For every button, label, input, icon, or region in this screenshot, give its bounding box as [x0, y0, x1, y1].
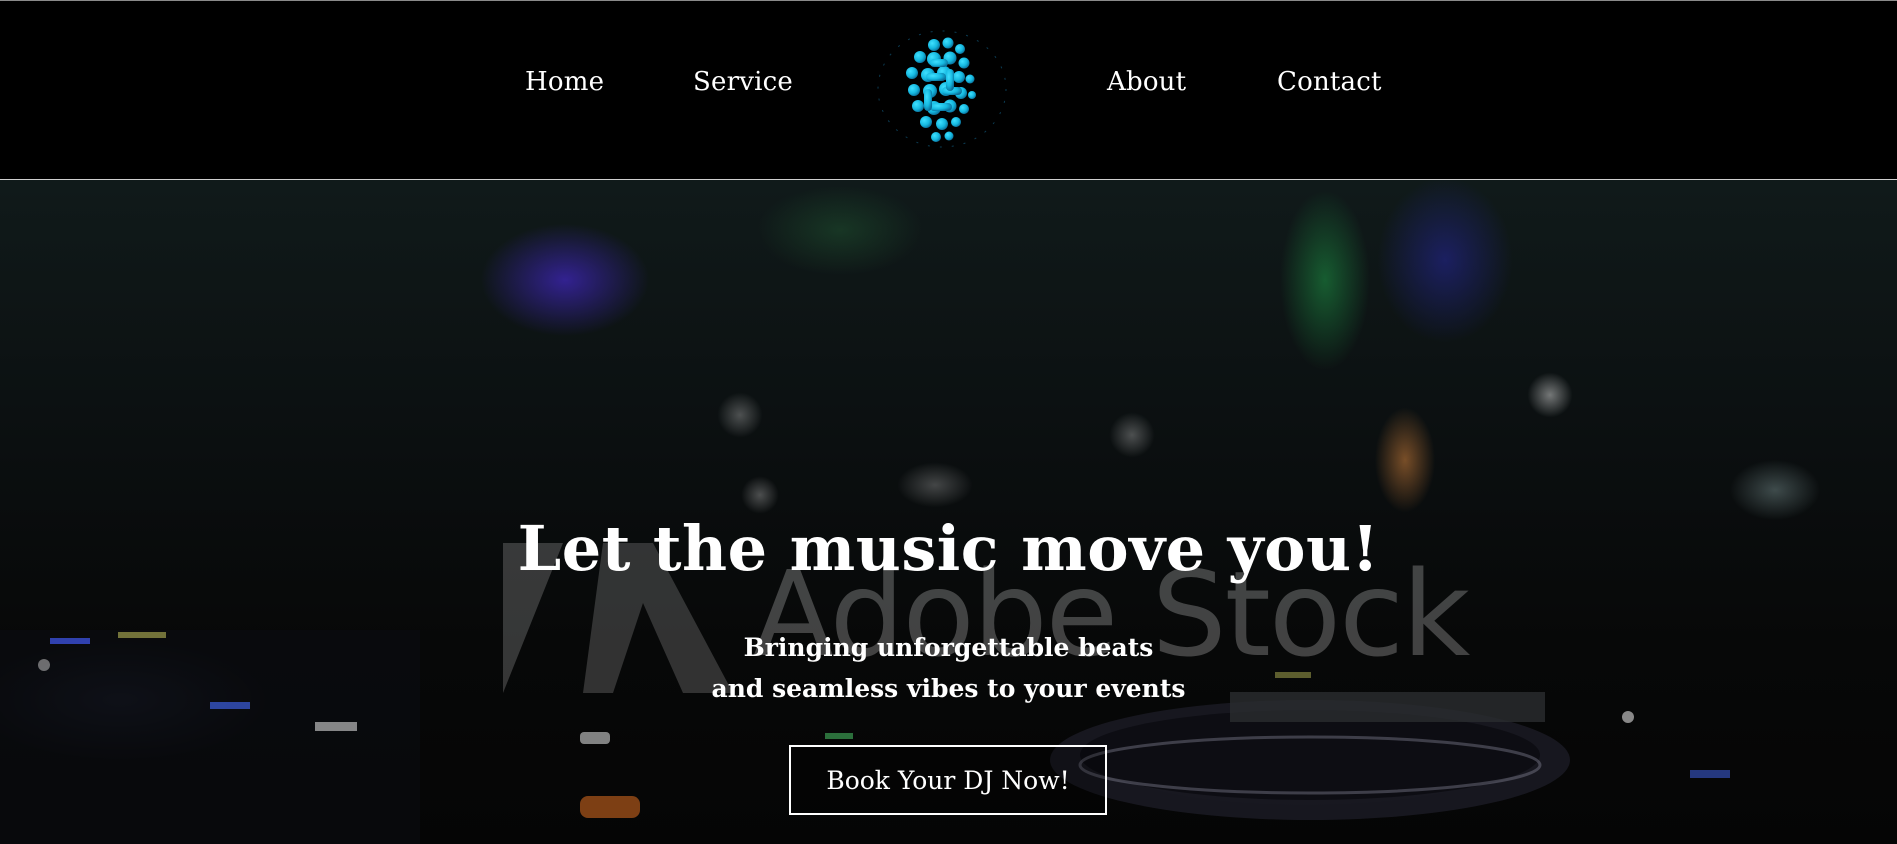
site-logo[interactable] — [872, 23, 1012, 155]
hero-headline: Let the music move you! — [517, 512, 1380, 585]
hero-subline-2: and seamless vibes to your events — [711, 674, 1186, 703]
nav-service-link[interactable]: Service — [693, 67, 793, 97]
globe-dots-icon — [877, 30, 1007, 148]
nav-about-link[interactable]: About — [1107, 67, 1186, 97]
hero-section: Adobe Stock Let the music move you! Brin… — [0, 180, 1897, 844]
landing-page: Home Service About Contact Adobe Stock L… — [0, 0, 1897, 844]
book-dj-button[interactable]: Book Your DJ Now! — [789, 745, 1107, 815]
site-header: Home Service About Contact — [0, 0, 1897, 180]
hero-subline-1: Bringing unforgettable beats — [743, 633, 1154, 662]
nav-contact-link[interactable]: Contact — [1277, 67, 1382, 97]
nav-home-link[interactable]: Home — [525, 67, 604, 97]
